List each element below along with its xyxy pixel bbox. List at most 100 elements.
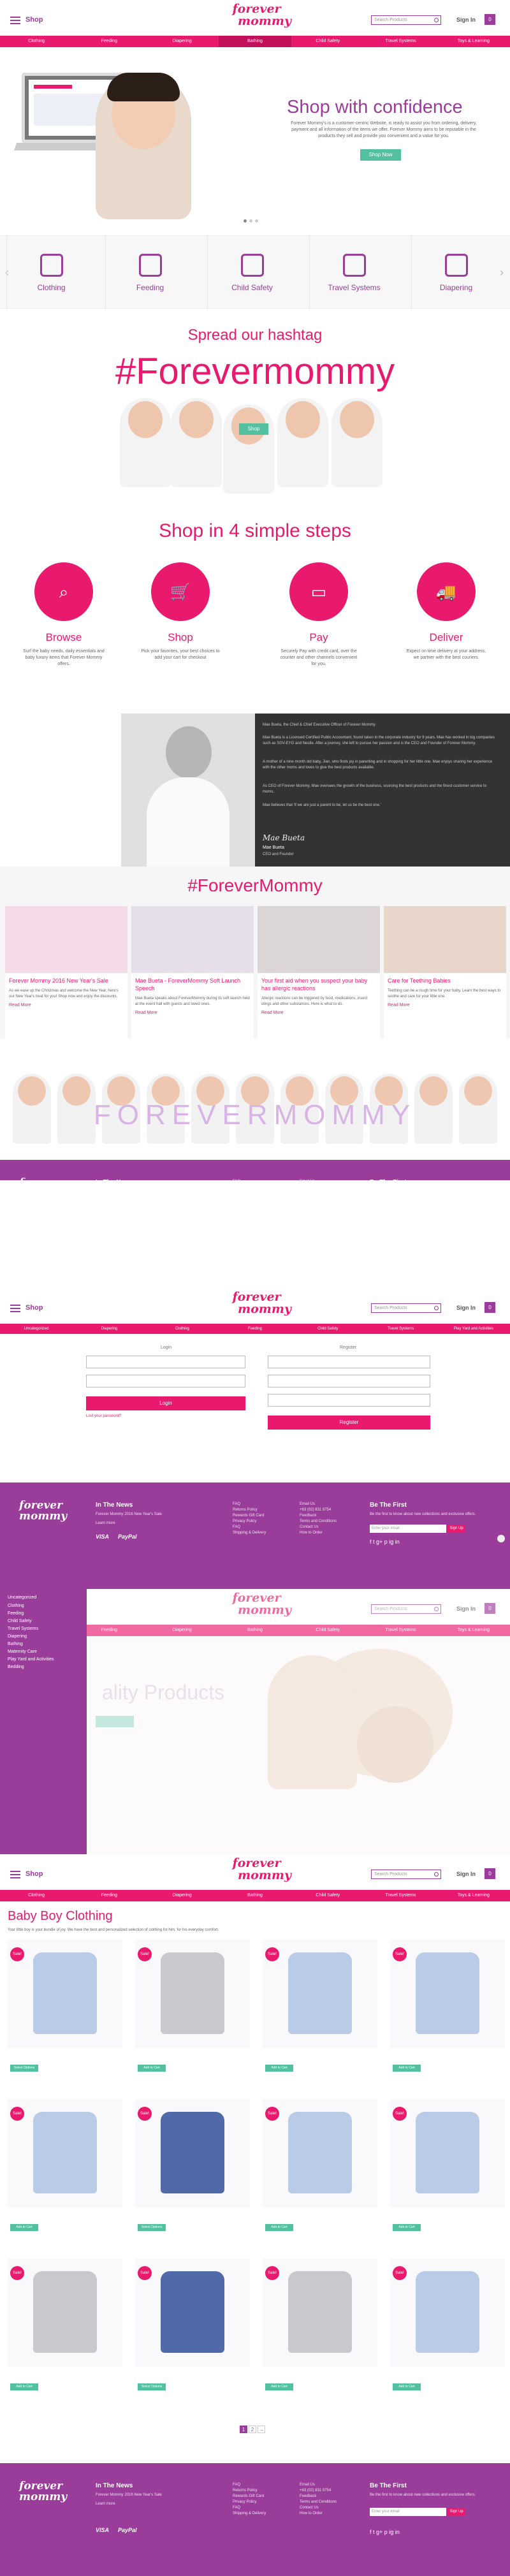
drawer-item[interactable]: Travel Systems [0, 1625, 87, 1633]
search-input[interactable]: Search Products [371, 15, 441, 25]
nav-item[interactable]: Travel Systems [364, 1890, 437, 1901]
add-to-cart-button[interactable]: Add to Cart [393, 2065, 421, 2072]
add-to-cart-button[interactable]: Add to Cart [265, 2065, 293, 2072]
drawer-heading[interactable]: Uncategorized [0, 1589, 87, 1602]
footer-contact[interactable]: Email Us+63 (02) 831 9754FeedbackTerms a… [300, 2482, 337, 2517]
product-card[interactable]: Sale! Add to Cart [263, 1940, 377, 2086]
add-to-cart-button[interactable]: Add to Cart [393, 2224, 421, 2231]
select-options-button[interactable]: Select Options [138, 2383, 166, 2390]
blog-card[interactable]: Mae Bueta - ForeverMommy Soft Launch Spe… [131, 906, 254, 1046]
social-icons[interactable]: f t g+ p ig in [370, 1539, 400, 1545]
category-feeding[interactable]: Feeding [105, 236, 194, 309]
logo[interactable]: forever mommy [226, 3, 291, 34]
nav-item[interactable]: Feeding [219, 1324, 291, 1334]
username-field[interactable] [86, 1356, 245, 1368]
nav-item[interactable]: Child Safety [291, 1324, 364, 1334]
footer-contact[interactable]: Email Us+63 (02) 831 9754FeedbackTerms a… [300, 1179, 337, 1180]
product-card[interactable]: Sale! Add to Cart [135, 1940, 250, 2086]
nav-item[interactable]: Clothing [0, 36, 73, 47]
signup-button[interactable]: Sign Up [448, 2508, 465, 2516]
footer-links[interactable]: FAQReturns PolicyRewards Gift CardPrivac… [233, 2482, 266, 2517]
select-options-button[interactable]: Select Options [10, 2065, 38, 2072]
chevron-right-icon[interactable]: › [500, 266, 504, 279]
nav-item[interactable]: Toys & Learning [437, 1890, 510, 1901]
product-image[interactable] [390, 2258, 505, 2367]
product-image[interactable] [263, 1940, 377, 2048]
search-input[interactable]: Search Products [371, 1870, 441, 1879]
nav-item[interactable]: Play Yard and Activities [437, 1324, 510, 1334]
footer-logo[interactable]: forevermommy [19, 1178, 76, 1181]
signup-button[interactable]: Sign Up [448, 1525, 465, 1533]
footer-logo[interactable]: forevermommy [19, 1500, 76, 1522]
scroll-top-button[interactable] [497, 1535, 505, 1542]
product-card[interactable]: Sale! Add to Cart [390, 2099, 505, 2246]
select-options-button[interactable]: Select Options [138, 2224, 166, 2231]
shop-menu-label[interactable]: Shop [26, 16, 43, 24]
category-travel-systems[interactable]: Travel Systems [309, 236, 398, 309]
logo[interactable]: forever mommy [226, 1291, 291, 1322]
drawer-item[interactable]: Clothing [0, 1602, 87, 1610]
drawer-item[interactable]: Diapering [0, 1633, 87, 1641]
search-input[interactable]: Search Products [371, 1303, 441, 1313]
page-link[interactable]: 1 [240, 2426, 247, 2433]
cart-icon[interactable]: 0 [484, 1868, 495, 1879]
sign-in-link[interactable]: Sign In [456, 17, 476, 23]
password-field[interactable] [86, 1375, 245, 1387]
next-page-link[interactable]: → [258, 2426, 265, 2433]
nav-item[interactable]: Travel Systems [364, 36, 437, 47]
shop-now-button[interactable]: Shop Now [360, 149, 401, 161]
reg-email-field[interactable] [268, 1375, 430, 1387]
product-card[interactable]: Sale! Select Options [135, 2099, 250, 2246]
drawer-item[interactable]: Bedding [0, 1664, 87, 1671]
add-to-cart-button[interactable]: Add to Cart [10, 2383, 38, 2390]
product-image[interactable] [390, 2099, 505, 2207]
product-image[interactable] [8, 1940, 122, 2048]
drawer-item[interactable]: Child Safety [0, 1618, 87, 1625]
register-button[interactable]: Register [268, 1416, 430, 1430]
nav-item[interactable]: Uncategorized [0, 1324, 73, 1334]
blog-card[interactable]: Your first aid when you suspect your bab… [258, 906, 380, 1046]
category-clothing[interactable]: Clothing [6, 236, 96, 309]
reg-password-field[interactable] [268, 1394, 430, 1407]
login-button[interactable]: Login [86, 1396, 245, 1410]
product-card[interactable]: Sale! Add to Cart [8, 2258, 122, 2405]
product-card[interactable]: Sale! Add to Cart [390, 2258, 505, 2405]
product-image[interactable] [263, 2099, 377, 2207]
add-to-cart-button[interactable]: Add to Cart [265, 2383, 293, 2390]
footer-logo[interactable]: forevermommy [19, 2481, 76, 2503]
social-icons[interactable]: f t g+ p ig in [370, 2529, 400, 2535]
nav-item[interactable]: Bathing [218, 36, 292, 47]
shop-menu-label[interactable]: Shop [26, 1870, 43, 1878]
category-child-safety[interactable]: Child Safety [207, 236, 296, 309]
email-input[interactable]: Enter your email [370, 2508, 446, 2516]
add-to-cart-button[interactable]: Add to Cart [393, 2383, 421, 2390]
nav-item[interactable]: Feeding [73, 1890, 145, 1901]
nav-item[interactable]: Child Safety [291, 1890, 364, 1901]
product-image[interactable] [263, 2258, 377, 2367]
product-card[interactable]: Sale! Add to Cart [8, 2099, 122, 2246]
footer-links[interactable]: FAQReturns PolicyRewards Gift CardPrivac… [233, 1502, 266, 1536]
drawer-item[interactable]: Bathing [0, 1641, 87, 1648]
nav-item[interactable]: Feeding [73, 36, 145, 47]
footer-links[interactable]: FAQReturns PolicyRewards Gift CardPrivac… [233, 1179, 266, 1180]
drawer-item[interactable]: Feeding [0, 1610, 87, 1618]
hamburger-icon[interactable] [10, 1871, 20, 1878]
nav-item[interactable]: Diapering [73, 1324, 145, 1334]
product-card[interactable]: Sale! Select Options [135, 2258, 250, 2405]
logo[interactable]: forever mommy [226, 1857, 291, 1888]
drawer-item[interactable]: Play Yard and Activities [0, 1656, 87, 1664]
reg-username-field[interactable] [268, 1356, 430, 1368]
nav-item[interactable]: Clothing [146, 1324, 219, 1334]
hamburger-icon[interactable] [10, 1305, 20, 1312]
sign-in-link[interactable]: Sign In [456, 1305, 476, 1311]
nav-item[interactable]: Bathing [219, 1890, 291, 1901]
nav-item[interactable]: Toys & Learning [437, 36, 510, 47]
product-image[interactable] [8, 2258, 122, 2367]
nav-item[interactable]: Travel Systems [364, 1324, 437, 1334]
shop-button[interactable]: Shop [239, 423, 268, 435]
product-image[interactable] [135, 2258, 250, 2367]
hamburger-icon[interactable] [10, 17, 20, 24]
product-card[interactable]: Sale! Add to Cart [263, 2099, 377, 2246]
blog-card[interactable]: Care for Teething Babies Teething can be … [384, 906, 506, 1046]
product-card[interactable]: Sale! Add to Cart [263, 2258, 377, 2405]
